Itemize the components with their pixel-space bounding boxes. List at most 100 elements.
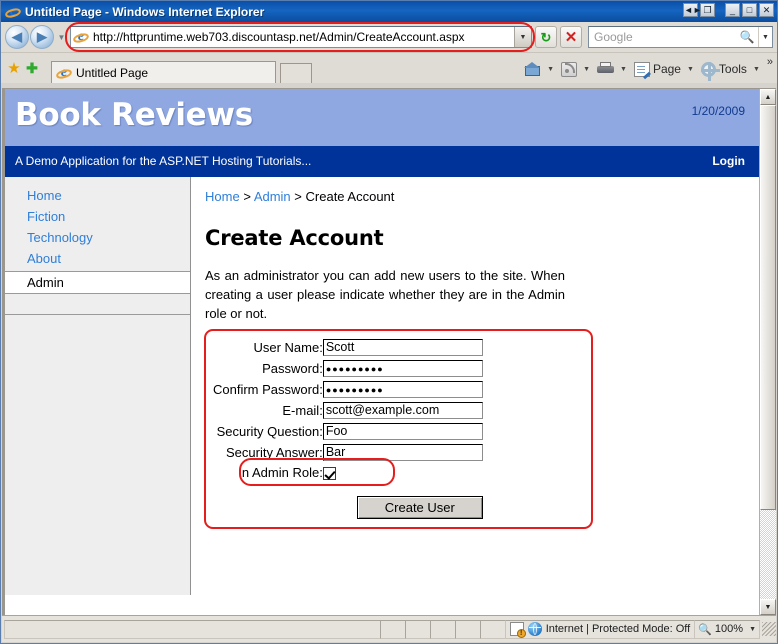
address-bar[interactable]: e http://httpruntime.web703.discountasp.…	[65, 22, 535, 52]
email-cell: scott@example.com	[322, 400, 483, 421]
breadcrumb-separator-2: >	[294, 189, 302, 204]
history-dropdown-icon[interactable]: ▼	[56, 33, 67, 42]
breadcrumb: Home > Admin > Create Account	[205, 189, 741, 204]
form-row-admin-role: In Admin Role:	[213, 458, 483, 486]
address-dropdown-icon[interactable]: ▼	[514, 27, 531, 47]
security-answer-input[interactable]: Bar	[322, 444, 483, 461]
home-dropdown-icon[interactable]: ▼	[547, 66, 554, 73]
new-tab-button[interactable]	[280, 63, 312, 83]
zoom-control[interactable]: 🔍 100% ▼	[694, 619, 760, 639]
search-box[interactable]: Google 🔍 ▼	[588, 26, 773, 48]
username-input[interactable]: Scott	[322, 339, 483, 356]
form-table: User Name: Scott Password: ●●●●●●●●● Con…	[213, 337, 483, 521]
page-dropdown-icon[interactable]: ▼	[687, 66, 694, 73]
email-label: E-mail:	[282, 403, 323, 418]
sidebar-link-home[interactable]: Home	[27, 188, 62, 203]
page-favicon-icon: e	[73, 29, 89, 45]
form-row-confirm-password: Confirm Password: ●●●●●●●●●	[213, 379, 483, 400]
zoom-dropdown-icon[interactable]: ▼	[749, 626, 756, 633]
create-user-button[interactable]: Create User	[356, 496, 483, 519]
scrollbar-thumb[interactable]	[760, 105, 776, 511]
tools-menu-label: Tools	[718, 62, 747, 76]
restore-down-button[interactable]: ❐	[700, 3, 715, 17]
refresh-button[interactable]: ↻	[535, 26, 557, 48]
command-bar: ▼ ▼ ▼ Page ▼ Tools ▼ »	[522, 56, 773, 81]
resize-grip[interactable]	[762, 622, 776, 636]
home-icon	[524, 61, 541, 77]
password-cell: ●●●●●●●●●	[322, 358, 483, 379]
page-columns: Home Fiction Technology About Admin Home…	[5, 177, 759, 595]
breadcrumb-home-link[interactable]: Home	[205, 189, 240, 204]
status-segment-2	[404, 619, 431, 639]
security-zone-indicator[interactable]: Internet | Protected Mode: Off	[504, 619, 696, 639]
zoom-magnifier-icon: 🔍	[698, 623, 712, 636]
security-answer-label: Security Answer:	[225, 445, 323, 460]
scrollbar-track[interactable]	[760, 105, 776, 599]
email-input[interactable]: scott@example.com	[322, 402, 483, 419]
close-button[interactable]: ✕	[759, 3, 774, 17]
tab-favicon-icon: e	[56, 65, 72, 81]
sidebar-item-admin[interactable]: Admin	[5, 271, 190, 294]
print-button[interactable]	[595, 57, 616, 81]
overflow-chevron-icon[interactable]: »	[767, 56, 773, 68]
sidebar-item-about[interactable]: About	[5, 248, 190, 269]
security-question-label: Security Question:	[216, 424, 323, 439]
browser-tab[interactable]: e Untitled Page	[51, 61, 276, 83]
sidebar-link-fiction[interactable]: Fiction	[27, 209, 65, 224]
sidebar-link-about[interactable]: About	[27, 251, 61, 266]
print-dropdown-icon[interactable]: ▼	[620, 66, 627, 73]
breadcrumb-admin-link[interactable]: Admin	[254, 189, 291, 204]
search-icon[interactable]: 🔍	[736, 27, 758, 47]
sidebar-link-technology[interactable]: Technology	[27, 230, 93, 245]
status-segment-5	[479, 619, 506, 639]
back-button[interactable]: ◀	[5, 25, 29, 49]
sidebar-item-home[interactable]: Home	[5, 185, 190, 206]
zone-label: Internet | Protected Mode: Off	[545, 623, 691, 635]
zoom-level-label: 100%	[714, 623, 744, 635]
confirm-password-input[interactable]: ●●●●●●●●●	[322, 381, 483, 398]
security-question-input[interactable]: Foo	[322, 423, 483, 440]
username-cell: Scott	[322, 337, 483, 358]
window-controls: ◄► ❐ _ □ ✕	[683, 3, 774, 17]
ie-logo-icon: e	[5, 4, 21, 20]
forward-button[interactable]: ▶	[30, 25, 54, 49]
password-input[interactable]: ●●●●●●●●●	[322, 360, 483, 377]
site-date: 1/20/2009	[691, 104, 745, 118]
page-menu-button[interactable]: Page	[632, 57, 683, 81]
submit-spacer	[213, 482, 323, 521]
sidebar-item-technology[interactable]: Technology	[5, 227, 190, 248]
add-to-favorites-button[interactable]: ✚	[23, 56, 41, 80]
admin-role-label: In Admin Role:	[238, 465, 323, 480]
form-row-password: Password: ●●●●●●●●●	[213, 358, 483, 379]
username-label: User Name:	[253, 340, 323, 355]
main-content: Home > Admin > Create Account Create Acc…	[191, 177, 759, 595]
scroll-up-button[interactable]: ▲	[760, 89, 776, 105]
page-viewport: Book Reviews 1/20/2009 A Demo Applicatio…	[2, 88, 776, 615]
page-icon	[633, 61, 650, 77]
feeds-dropdown-icon[interactable]: ▼	[583, 66, 590, 73]
sidebar-item-fiction[interactable]: Fiction	[5, 206, 190, 227]
tools-dropdown-icon[interactable]: ▼	[753, 66, 760, 73]
login-link[interactable]: Login	[712, 154, 745, 168]
search-input[interactable]: Google	[589, 30, 736, 44]
minimize-button[interactable]: _	[725, 3, 740, 17]
sidebar-nav: Home Fiction Technology About Admin	[5, 177, 191, 595]
home-button[interactable]	[522, 57, 543, 81]
form-row-submit: Create User	[213, 482, 483, 521]
vertical-scrollbar[interactable]: ▲ ▼	[759, 89, 776, 615]
search-provider-dropdown-icon[interactable]: ▼	[758, 27, 772, 47]
restore-small-button[interactable]: ◄►	[683, 3, 702, 17]
stop-icon: ✕	[564, 28, 578, 46]
address-input[interactable]: http://httpruntime.web703.discountasp.ne…	[91, 30, 514, 44]
stop-button[interactable]: ✕	[560, 26, 582, 48]
breadcrumb-separator-1: >	[243, 189, 251, 204]
plus-star-icon: ✚	[26, 60, 38, 76]
confirm-password-label: Confirm Password:	[213, 382, 323, 397]
security-question-cell: Foo	[322, 421, 483, 442]
tools-menu-button[interactable]: Tools	[699, 57, 749, 81]
feeds-button[interactable]	[559, 57, 579, 81]
maximize-button[interactable]: □	[742, 3, 757, 17]
admin-role-checkbox[interactable]	[322, 466, 336, 480]
scroll-down-button[interactable]: ▼	[760, 599, 776, 615]
favorites-center-button[interactable]: ★	[5, 56, 23, 80]
